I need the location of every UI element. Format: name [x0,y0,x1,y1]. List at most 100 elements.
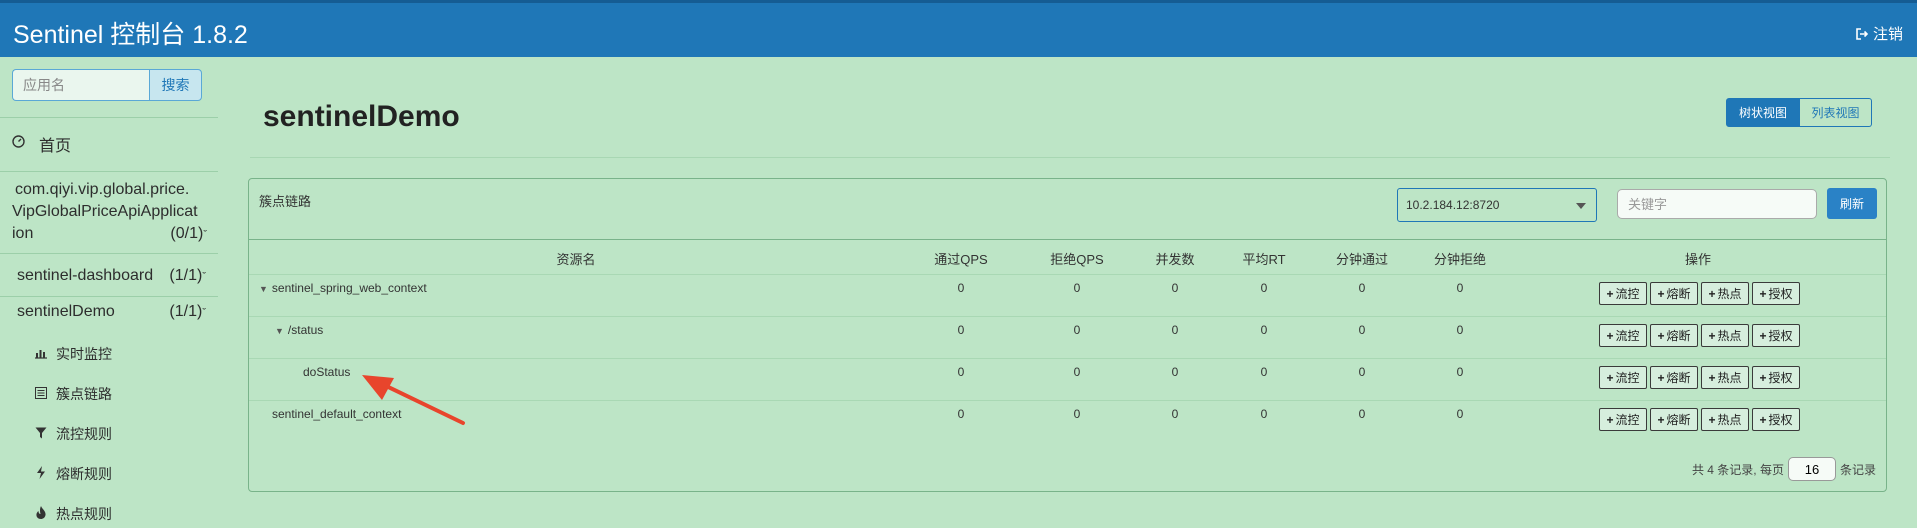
fire-icon [34,506,48,522]
add-hotspot-rule-button[interactable]: + 热点 [1701,282,1749,305]
column-header: 拒绝QPS [1050,252,1104,267]
plus-icon: + [1606,286,1614,301]
chevron-down-icon: ˇ [202,271,206,283]
block-qps: 0 [1073,281,1081,295]
add-degrade-rule-button[interactable]: + 熔断 [1650,366,1698,389]
sidebar-item-hotspot-rules[interactable]: 热点规则 [34,504,112,524]
plus-icon: + [1606,328,1614,343]
add-flow-rule-button[interactable]: + 流控 [1599,408,1647,431]
plus-icon: + [1708,328,1716,343]
add-hotspot-rule-button[interactable]: + 热点 [1701,324,1749,347]
dashboard-icon [12,135,25,153]
add-authority-rule-button[interactable]: + 授权 [1752,408,1800,431]
divider [0,117,218,118]
app-count: (0/1)ˇ [170,225,207,242]
caret-down-icon[interactable]: ▼ [259,284,268,294]
refresh-button[interactable]: 刷新 [1827,188,1877,219]
search-button[interactable]: 搜索 [149,69,202,101]
add-authority-rule-button[interactable]: + 授权 [1752,324,1800,347]
logout-link[interactable]: 注销 [1855,23,1903,44]
plus-icon: + [1759,412,1767,427]
concurrency: 0 [1171,323,1179,337]
row-actions: + 流控 + 熔断 + 热点 + 授权 [1599,324,1800,347]
sidebar-item-label: 首页 [39,138,72,155]
sidebar-app-sentineldemo[interactable]: sentinelDemo (1/1)ˇ [0,297,218,327]
divider [0,253,218,254]
app-name-line: VipGlobalPriceApiApplicat [12,203,198,220]
caret-down-icon[interactable]: ▼ [275,326,284,336]
app-search: 搜索 [12,69,202,101]
page-size-input[interactable] [1787,457,1836,481]
table-row: doStatus 0 0 0 0 0 0 + 流控 + 熔断 + 热点 + 授权 [249,358,1886,400]
add-flow-rule-button[interactable]: + 流控 [1599,324,1647,347]
concurrency: 0 [1171,281,1179,295]
pass-qps: 0 [957,407,965,421]
block-qps: 0 [1073,365,1081,379]
sidebar-item-label: 熔断规则 [56,466,112,482]
plus-icon: + [1759,286,1767,301]
add-flow-rule-button[interactable]: + 流控 [1599,282,1647,305]
pass-qps: 0 [957,281,965,295]
panel-heading: 簇点链路 10.2.184.12:8720 刷新 [249,179,1886,240]
bolt-icon [34,466,48,482]
app-search-input[interactable] [12,69,149,101]
sidebar-item-home[interactable]: 首页 [0,129,218,159]
row-actions: + 流控 + 熔断 + 热点 + 授权 [1599,282,1800,305]
plus-icon: + [1657,412,1665,427]
add-hotspot-rule-button[interactable]: + 热点 [1701,408,1749,431]
column-header: 通过QPS [934,252,988,267]
top-navbar: Sentinel 控制台 1.8.2 注销 [0,0,1917,57]
sidebar-item-flow-rules[interactable]: 流控规则 [34,424,112,444]
concurrency: 0 [1171,407,1179,421]
add-degrade-rule-button[interactable]: + 熔断 [1650,408,1698,431]
plus-icon: + [1759,370,1767,385]
minute-block: 0 [1456,281,1464,295]
panel-title: 簇点链路 [259,194,312,209]
resource-name[interactable]: ▼/status [275,323,323,337]
sidebar-app-sentinel-dashboard[interactable]: sentinel-dashboard (1/1)ˇ [0,261,218,291]
add-authority-rule-button[interactable]: + 授权 [1752,366,1800,389]
plus-icon: + [1657,328,1665,343]
avg-rt: 0 [1260,407,1268,421]
pass-qps: 0 [957,365,965,379]
sidebar-item-label: 流控规则 [56,426,112,442]
pass-qps: 0 [957,323,965,337]
column-header: 操作 [1684,252,1712,267]
add-flow-rule-button[interactable]: + 流控 [1599,366,1647,389]
avg-rt: 0 [1260,281,1268,295]
sidebar-app-vipglobalprice[interactable]: com.qiyi.vip.global.price. VipGlobalPric… [12,179,207,246]
tree-view-button[interactable]: 树状视图 [1726,98,1800,127]
add-degrade-rule-button[interactable]: + 熔断 [1650,324,1698,347]
add-authority-rule-button[interactable]: + 授权 [1752,282,1800,305]
resource-name[interactable]: ▼ sentinel_spring_web_context [259,281,427,295]
table-row: ▼ sentinel_spring_web_context 0 0 0 0 0 0… [249,274,1886,316]
filter-icon [34,427,48,442]
bar-chart-icon [34,347,48,362]
logout-label: 注销 [1872,26,1903,43]
column-header: 资源名 [556,252,596,267]
machine-select[interactable]: 10.2.184.12:8720 [1397,188,1597,222]
minute-pass: 0 [1358,281,1366,295]
resource-name[interactable]: doStatus [303,365,350,379]
sidebar-item-realtime-monitor[interactable]: 实时监控 [34,344,112,364]
list-view-button[interactable]: 列表视图 [1800,98,1872,127]
cluster-link-panel: 簇点链路 10.2.184.12:8720 刷新 资源名 通过QPS 拒绝QPS… [248,178,1887,492]
add-degrade-rule-button[interactable]: + 熔断 [1650,282,1698,305]
annotation-arrow [362,375,465,425]
sidebar: 搜索 首页 com.qiyi.vip.global.price. VipGlob… [0,57,218,528]
plus-icon: + [1708,286,1716,301]
app-title[interactable]: Sentinel 控制台 1.8.2 [13,15,248,51]
chevron-down-icon: ˇ [202,307,206,319]
plus-icon: + [1606,370,1614,385]
block-qps: 0 [1073,407,1081,421]
sidebar-item-label: 实时监控 [56,346,112,362]
sidebar-item-cluster-link[interactable]: 簇点链路 [34,384,112,404]
row-actions: + 流控 + 熔断 + 热点 + 授权 [1599,366,1800,389]
column-header: 分钟通过 [1335,252,1389,267]
add-hotspot-rule-button[interactable]: + 热点 [1701,366,1749,389]
sidebar-item-degrade-rules[interactable]: 熔断规则 [34,464,112,484]
app-name: sentinelDemo [17,303,115,320]
table-row: ▼/status 0 0 0 0 0 0 + 流控 + 熔断 + 热点 + 授权 [249,316,1886,358]
machine-selected-value: 10.2.184.12:8720 [1406,198,1500,212]
keyword-input[interactable] [1617,189,1817,219]
